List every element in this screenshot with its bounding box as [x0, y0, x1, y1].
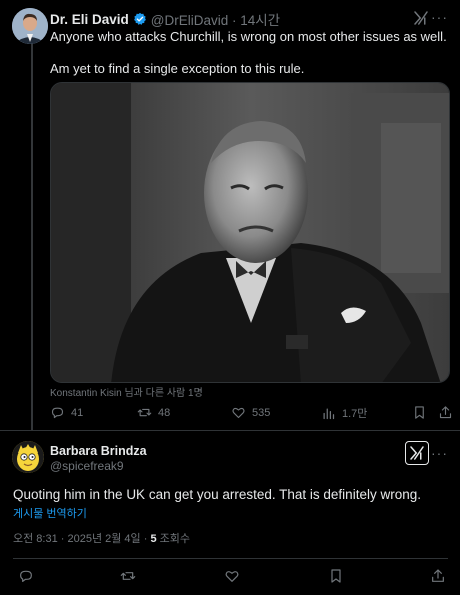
author-name[interactable]: Barbara Brindza: [50, 444, 147, 458]
reply-button[interactable]: [18, 568, 34, 584]
grok-icon[interactable]: [412, 9, 430, 27]
reply-count: 41: [71, 406, 84, 419]
tweet-photo[interactable]: [50, 82, 450, 383]
tweet-metadata: 오전 8:31 · 2025년 2월 4일 · 5 조회수: [13, 530, 190, 546]
reply-action-bar: [0, 568, 460, 588]
repost-icon: [120, 572, 136, 580]
share-button[interactable]: [438, 405, 453, 420]
tweet-text: Anyone who attacks Churchill, is wrong o…: [50, 29, 450, 77]
like-icon: [225, 571, 239, 582]
thread-line: [31, 44, 33, 430]
views-icon: [323, 408, 335, 419]
share-icon: [432, 569, 444, 582]
more-icon[interactable]: ···: [431, 10, 448, 24]
like-count: 535: [252, 406, 271, 419]
reply-tweet[interactable]: Barbara Brindza @spicefreak9 ··· Quoting…: [0, 430, 460, 595]
repost-button[interactable]: 48: [137, 405, 170, 420]
views-label: 조회수: [156, 533, 190, 545]
bookmark-icon: [415, 406, 424, 419]
avatar[interactable]: [12, 8, 48, 44]
reply-text: Quoting him in the UK can get you arrest…: [13, 487, 421, 502]
author-name[interactable]: Dr. Eli David: [50, 12, 129, 27]
divider: [13, 558, 448, 559]
grok-button[interactable]: [405, 441, 429, 465]
like-icon: [232, 407, 245, 419]
tweet-text-line: Anyone who attacks Churchill, is wrong o…: [50, 29, 447, 44]
share-icon: [439, 406, 452, 419]
repost-button[interactable]: [120, 568, 136, 584]
tagged-users[interactable]: Konstantin Kisin 님과 다른 사람 1명: [50, 384, 203, 399]
tweet-header: Dr. Eli David @DrEliDavid · 14시간: [50, 10, 281, 29]
views-button[interactable]: 1.7만: [321, 405, 367, 421]
bookmark-button[interactable]: [328, 568, 344, 584]
bookmark-button[interactable]: [412, 405, 427, 420]
verified-badge-icon: [133, 12, 147, 26]
bookmark-icon: [331, 569, 341, 583]
avatar[interactable]: [12, 441, 44, 473]
main-tweet[interactable]: Dr. Eli David @DrEliDavid · 14시간 ··· Any…: [0, 0, 460, 430]
tweet-text-line: Am yet to find a single exception to thi…: [50, 61, 305, 76]
more-icon[interactable]: ···: [431, 446, 448, 460]
timestamp[interactable]: 오전 8:31 · 2025년 2월 4일 ·: [13, 533, 150, 545]
author-handle: @DrEliDavid · 14시간: [150, 13, 281, 28]
share-button[interactable]: [430, 568, 446, 584]
like-button[interactable]: 535: [231, 405, 270, 420]
reply-icon: [51, 407, 64, 419]
views-count: 1.7만: [342, 408, 368, 420]
author-handle[interactable]: @spicefreak9: [50, 459, 124, 473]
tweet-action-bar: 41 48 535 1.7만: [50, 405, 453, 425]
repost-icon: [137, 408, 152, 417]
translate-link[interactable]: 게시물 번역하기: [13, 505, 87, 521]
repost-count: 48: [158, 406, 171, 419]
reply-button[interactable]: 41: [50, 405, 83, 420]
reply-icon: [20, 570, 32, 582]
like-button[interactable]: [224, 568, 240, 584]
grok-icon: [410, 446, 424, 460]
